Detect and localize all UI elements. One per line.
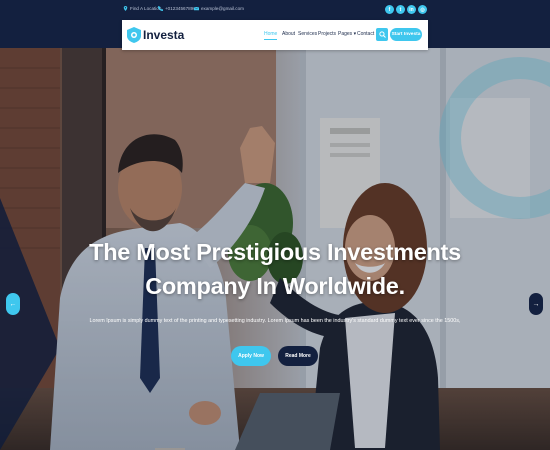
nav-about[interactable]: About [282,31,295,37]
nav-services[interactable]: Services [298,31,317,37]
map-pin-icon [123,6,128,11]
main-navbar: Investa Home About Services Projects Pag… [122,20,428,50]
hero-title: The Most Prestigious Investments Company… [89,239,461,299]
read-more-button[interactable]: Read More [278,346,318,366]
linkedin-icon[interactable]: in [407,5,416,14]
top-info-bar: Find A Location +01234567890 example@gma… [0,0,550,22]
logo-text[interactable]: Investa [143,28,184,42]
search-button[interactable] [376,28,388,41]
nav-pages-dropdown[interactable]: Pages ▾ [338,31,356,37]
location-text: Find A Location [130,6,162,11]
twitter-icon[interactable]: t [396,5,405,14]
facebook-icon[interactable]: f [385,5,394,14]
phone-icon [158,6,163,11]
nav-home[interactable]: Home [264,31,278,40]
hero-description: Lorem Ipsum is simply dummy text of the … [89,318,461,324]
envelope-icon [194,6,199,11]
instagram-icon[interactable]: ◎ [418,5,427,14]
email-info[interactable]: example@gmail.com [194,6,244,11]
hero-carousel: The Most Prestigious Investments Company… [0,48,550,450]
location-info[interactable]: Find A Location [123,6,161,11]
nav-projects[interactable]: Projects [318,31,336,37]
carousel-prev-arrow-icon[interactable]: ← [6,293,20,315]
phone-info[interactable]: +01234567890 [158,6,196,11]
phone-text: +01234567890 [165,6,196,11]
search-icon [378,31,386,38]
start-investa-button[interactable]: Start Investa [390,28,422,41]
nav-contact[interactable]: Contact [357,31,374,37]
carousel-next-arrow-icon[interactable]: → [529,293,543,315]
email-text: example@gmail.com [201,6,244,11]
logo-icon[interactable] [127,27,141,43]
apply-now-button[interactable]: Apply Now [231,346,271,366]
